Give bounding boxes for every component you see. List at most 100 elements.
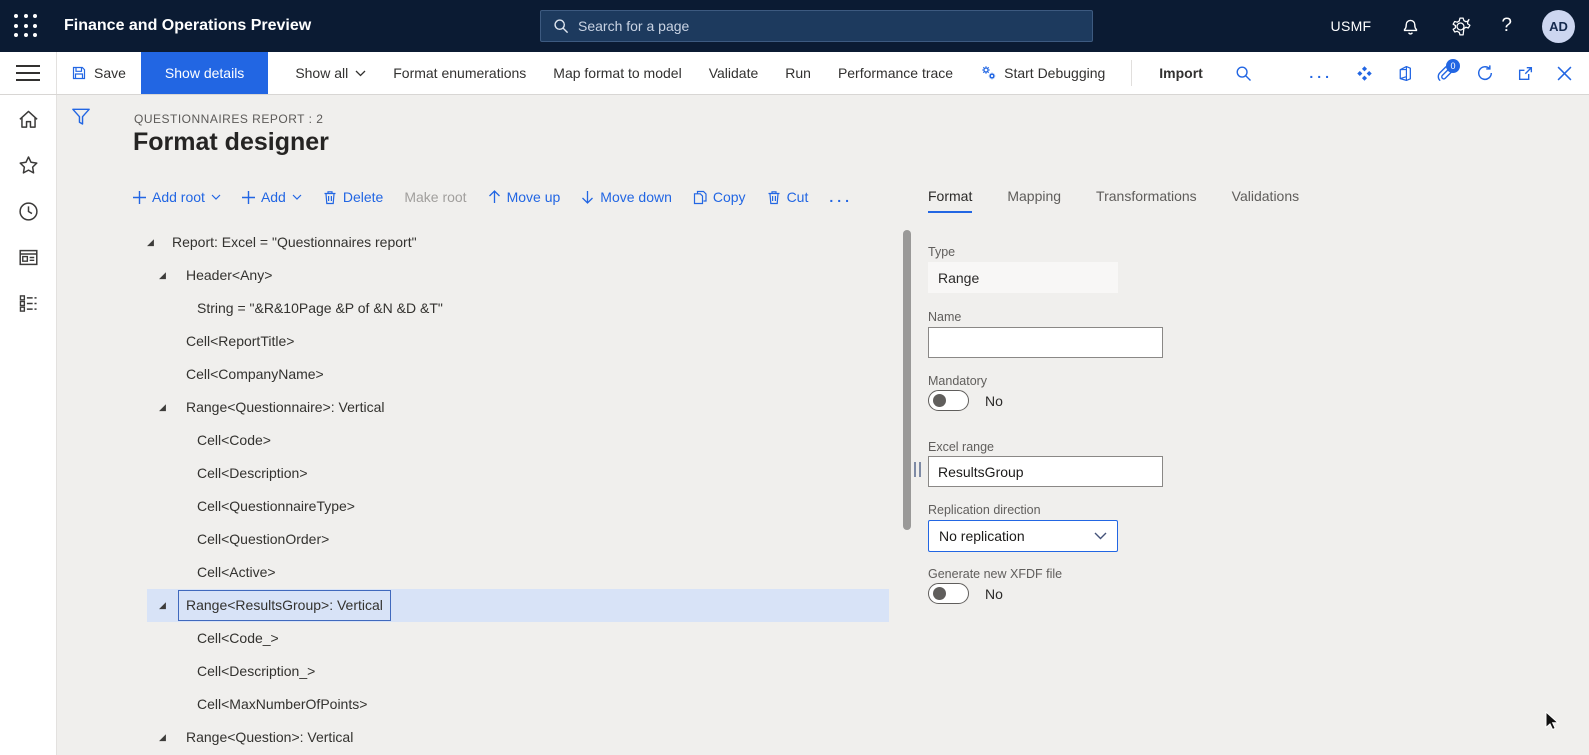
tree-row[interactable]: Cell<MaxNumberOfPoints> (133, 688, 889, 721)
validate-button[interactable]: Validate (709, 65, 759, 81)
tree-row[interactable]: Cell<CompanyName> (133, 358, 889, 391)
tree-row[interactable]: Cell<Description_> (133, 655, 889, 688)
delete-button[interactable]: Delete (323, 189, 383, 205)
tree-more-button[interactable]: ... (829, 189, 853, 205)
tree-expander-icon[interactable]: ◢ (159, 391, 166, 424)
format-enumerations-button[interactable]: Format enumerations (393, 65, 526, 81)
tree-expander-icon[interactable]: ◢ (159, 259, 166, 292)
tab-format[interactable]: Format (928, 188, 973, 213)
left-nav (0, 95, 57, 755)
tree-row[interactable]: Cell<Code_> (133, 622, 889, 655)
mandatory-toggle[interactable] (928, 390, 969, 411)
tree-expander-icon[interactable]: ◢ (147, 226, 154, 259)
xfdf-toggle[interactable] (928, 583, 969, 604)
type-field: Range (928, 262, 1118, 293)
show-all-button[interactable]: Show all (295, 65, 366, 81)
settings-gear-icon[interactable] (1450, 16, 1472, 37)
tree-row[interactable]: Cell<QuestionnaireType> (133, 490, 889, 523)
hamburger-icon (16, 60, 40, 86)
modules-list-icon[interactable] (17, 292, 40, 315)
recent-clock-icon[interactable] (17, 200, 40, 223)
excel-range-input[interactable] (928, 456, 1163, 487)
performance-trace-button[interactable]: Performance trace (838, 65, 953, 81)
more-commands-button[interactable]: ... (1309, 65, 1333, 81)
move-down-button[interactable]: Move down (581, 189, 672, 205)
tree-row[interactable]: Cell<QuestionOrder> (133, 523, 889, 556)
tree-node-label: Cell<MaxNumberOfPoints> (197, 696, 368, 712)
details-tabs: Format Mapping Transformations Validations (928, 188, 1388, 213)
show-details-button[interactable]: Show details (140, 52, 269, 94)
run-button[interactable]: Run (785, 65, 811, 81)
page-caption: QUESTIONNAIRES REPORT : 2 (134, 112, 324, 126)
mandatory-value: No (985, 392, 1003, 409)
tree-node-label: Cell<Description_> (197, 663, 316, 679)
trash-icon (323, 190, 337, 205)
home-icon[interactable] (17, 108, 40, 131)
workspaces-icon[interactable] (17, 246, 40, 269)
tree-scrollbar[interactable] (903, 230, 911, 530)
app-title: Finance and Operations Preview (64, 17, 312, 34)
favorites-star-icon[interactable] (17, 154, 40, 177)
company-selector[interactable]: USMF (1331, 18, 1372, 34)
actionbar-search-icon[interactable] (1235, 65, 1252, 82)
pane-splitter-handle[interactable] (914, 462, 921, 477)
replication-direction-value: No replication (939, 528, 1025, 544)
arrow-down-icon (581, 190, 594, 204)
global-search-box[interactable]: Search for a page (540, 10, 1093, 42)
xfdf-label: Generate new XFDF file (928, 567, 1063, 581)
notifications-bell-icon[interactable] (1401, 17, 1420, 36)
move-up-button[interactable]: Move up (488, 189, 560, 205)
tab-transformations[interactable]: Transformations (1096, 188, 1197, 213)
import-button[interactable]: Import (1159, 65, 1203, 81)
replication-direction-label: Replication direction (928, 503, 1041, 517)
tree-row[interactable]: Cell<Description> (133, 457, 889, 490)
tree-row[interactable]: ◢ Range<Question>: Vertical (133, 721, 889, 754)
add-button[interactable]: Add (241, 189, 302, 205)
replication-direction-dropdown[interactable]: No replication (928, 520, 1118, 552)
save-icon (71, 65, 87, 81)
name-input[interactable] (928, 327, 1163, 358)
tab-validations[interactable]: Validations (1232, 188, 1299, 213)
tree-toolbar: Add root Add Delete Make root Move up Mo… (133, 183, 853, 211)
make-root-button[interactable]: Make root (404, 189, 466, 205)
tab-mapping[interactable]: Mapping (1007, 188, 1061, 213)
tree-row[interactable]: ◢ Header<Any> (133, 259, 889, 292)
attachments-badge: 0 (1446, 58, 1460, 73)
tree-node-label: Range<ResultsGroup>: Vertical (178, 590, 391, 621)
tree-row[interactable]: ◢ Report: Excel = "Questionnaires report" (133, 226, 889, 259)
tree-row[interactable]: Cell<ReportTitle> (133, 325, 889, 358)
help-icon[interactable]: ? (1501, 15, 1512, 37)
attachments-button[interactable]: 0 (1436, 58, 1460, 82)
start-debugging-button[interactable]: Start Debugging (980, 65, 1105, 81)
excel-range-label: Excel range (928, 440, 995, 454)
tree-row[interactable]: Cell<Active> (133, 556, 889, 589)
filter-funnel-icon[interactable] (70, 106, 92, 128)
tree-node-label: Cell<Code_> (197, 630, 279, 646)
nav-menu-cell[interactable] (0, 52, 57, 94)
xfdf-toggle-row: No (928, 583, 1003, 604)
save-button[interactable]: Save (71, 65, 126, 81)
chevron-down-icon (1094, 532, 1107, 540)
copy-button[interactable]: Copy (693, 189, 746, 205)
avatar[interactable]: AD (1542, 9, 1575, 43)
tree-row[interactable]: Cell<Code> (133, 424, 889, 457)
tree-expander-icon[interactable]: ◢ (159, 721, 166, 754)
tree-row[interactable]: ◢ Range<Questionnaire>: Vertical (133, 391, 889, 424)
map-format-to-model-button[interactable]: Map format to model (553, 65, 681, 81)
open-in-office-icon[interactable] (1396, 65, 1413, 82)
mandatory-label: Mandatory (928, 374, 988, 388)
tree-expander-icon[interactable]: ◢ (159, 589, 166, 622)
tree-row[interactable]: String = "&R&10Page &P of &N &D &T" (133, 292, 889, 325)
tree-row[interactable]: ◢ Range<ResultsGroup>: Vertical (133, 589, 889, 622)
views-icon[interactable] (1356, 65, 1373, 82)
app-launcher-icon[interactable] (14, 14, 39, 39)
add-root-button[interactable]: Add root (133, 189, 221, 205)
xfdf-value: No (985, 585, 1003, 602)
close-icon[interactable] (1557, 66, 1572, 81)
main-content: QUESTIONNAIRES REPORT : 2 Format designe… (57, 95, 1589, 755)
cut-button[interactable]: Cut (767, 189, 808, 205)
open-in-new-window-icon[interactable] (1517, 65, 1534, 82)
refresh-icon[interactable] (1476, 64, 1494, 82)
tree-node-label: Cell<QuestionnaireType> (197, 498, 355, 514)
chevron-down-icon (292, 194, 302, 200)
